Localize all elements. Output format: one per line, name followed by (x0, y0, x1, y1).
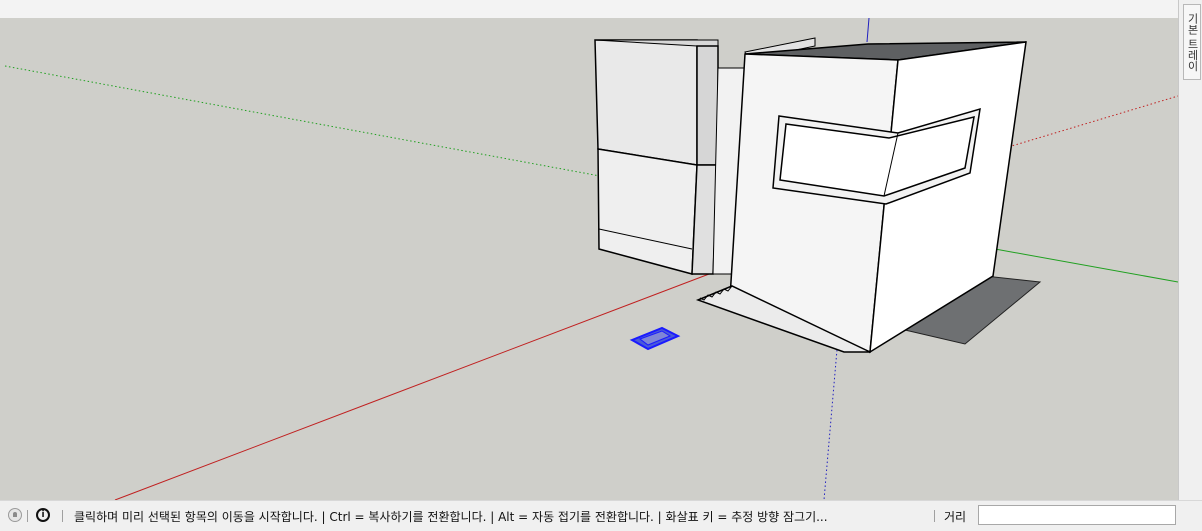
measurements-input[interactable] (978, 505, 1176, 525)
measurements-label: 거리 (944, 510, 967, 524)
status-bar: i 클릭하며 미리 선택된 항목의 이동을 시작합니다. | Ctrl = 복사… (0, 500, 1202, 531)
scene-canvas[interactable] (0, 18, 1178, 500)
toolbar-strip (0, 0, 1178, 19)
model-viewport[interactable] (0, 18, 1178, 500)
red-axis-solid (114, 262, 739, 500)
info-icon[interactable]: i (36, 508, 50, 522)
green-axis-solid (994, 248, 1178, 283)
status-separator (934, 510, 935, 522)
selected-object[interactable] (629, 326, 681, 351)
status-separator (27, 510, 28, 522)
status-separator (62, 510, 63, 522)
blue-axis-dotted (823, 337, 839, 500)
red-axis-dotted (1004, 95, 1178, 149)
default-tray-tab[interactable]: 기본 트레이 (1183, 4, 1201, 80)
sketchup-window: 기본 트레이 i 클릭하며 미리 선택된 항목의 이동을 시작합니다. | Ct… (0, 0, 1202, 531)
blue-axis-solid (866, 18, 870, 43)
geolocation-icon[interactable] (8, 508, 22, 522)
default-tray-panel: 기본 트레이 (1178, 0, 1202, 500)
green-axis-dotted (4, 65, 601, 177)
status-message: 클릭하며 미리 선택된 항목의 이동을 시작합니다. | Ctrl = 복사하기… (74, 510, 828, 524)
